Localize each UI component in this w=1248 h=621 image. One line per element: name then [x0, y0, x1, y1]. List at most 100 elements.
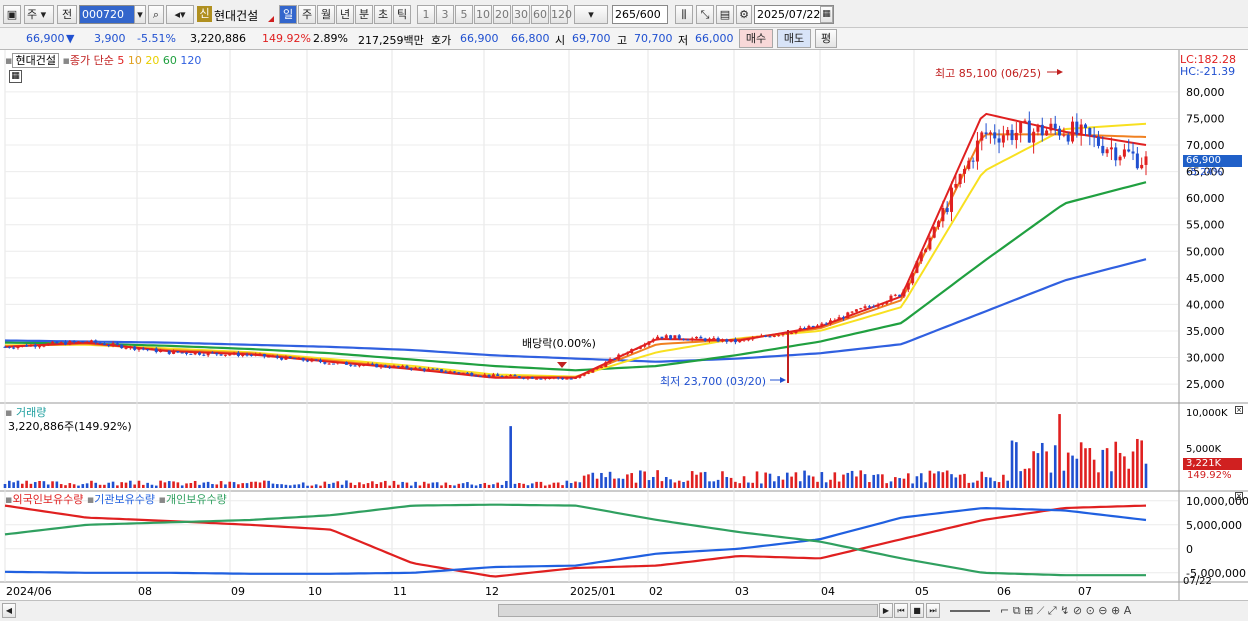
candle-body [859, 308, 863, 310]
stop-icon[interactable]: ■ [910, 603, 924, 618]
ma10-label: 10 [127, 54, 142, 67]
scroll-thumb[interactable] [498, 604, 878, 617]
tab-분[interactable]: 분 [355, 5, 373, 24]
scroll-first-icon[interactable]: ⏮ [894, 603, 908, 618]
interval-dropdown[interactable]: ▾ [574, 5, 608, 24]
volume-bar [293, 484, 296, 488]
mode-button[interactable]: 전 [57, 5, 77, 24]
interval-10[interactable]: 10 [474, 5, 492, 24]
legend-institution[interactable]: 기관보유수량 [94, 493, 155, 506]
buy-button[interactable]: 매수 [739, 29, 773, 48]
candle-body [431, 368, 435, 370]
search-icon[interactable]: ⌕ [148, 5, 164, 24]
volume-bar [798, 481, 802, 488]
price-y-tick: 70,000 [1186, 139, 1225, 152]
candle-body [197, 352, 201, 355]
interval-60[interactable]: 60 [531, 5, 549, 24]
count-field[interactable]: 265/600 [612, 5, 668, 24]
candle-body [1114, 147, 1118, 161]
volume-bar [850, 470, 854, 488]
scroll-last-icon[interactable]: ⏭ [926, 603, 940, 618]
window-icon[interactable]: ▣ [3, 5, 21, 24]
volume-bar [548, 484, 551, 488]
candle-body [405, 365, 409, 369]
candle-body [1040, 124, 1044, 136]
stock-code-input[interactable]: 000720 [79, 5, 135, 24]
candle-body [146, 349, 150, 351]
interval-20[interactable]: 20 [493, 5, 511, 24]
candle-body [975, 140, 979, 162]
sell-button[interactable]: 매도 [777, 29, 811, 48]
candle-body [1083, 124, 1087, 128]
candle-body [509, 375, 513, 377]
volume-bar [734, 481, 737, 488]
holding-lines [4, 503, 1147, 578]
volume-bar [3, 483, 7, 488]
gear-icon[interactable]: ⚙ [736, 5, 752, 24]
candle-body [699, 336, 703, 339]
save-icon[interactable]: ▤ [716, 5, 734, 24]
eval-button[interactable]: 평 [815, 29, 837, 48]
volume-bar [790, 476, 793, 488]
tab-월[interactable]: 월 [317, 5, 335, 24]
volume-panel-close-icon[interactable]: × [1235, 406, 1243, 414]
candle-body [297, 357, 301, 360]
volume-bar [120, 482, 123, 488]
holder-panel-close-icon[interactable]: × [1235, 492, 1243, 500]
grid-toggle-icon[interactable]: ▦ [9, 70, 22, 83]
price-y-tick: 75,000 [1186, 112, 1225, 125]
tab-주[interactable]: 주 [298, 5, 316, 24]
high-annotation: 최고 85,100 (06/25) [935, 67, 1042, 80]
candle-body [915, 261, 919, 273]
interval-120[interactable]: 120 [550, 5, 572, 24]
zoom-slider[interactable] [950, 610, 990, 612]
calendar-icon[interactable]: ▦ [820, 6, 833, 23]
interval-5[interactable]: 5 [455, 5, 473, 24]
candle-body [1006, 129, 1010, 136]
trade-amount: 217,259백만 [358, 34, 424, 47]
legend-individual[interactable]: 개인보유수량 [166, 493, 227, 506]
chart-area[interactable]: 2024/06 08 09 10 11 12 2025/01 02 03 04 05 06 07 80,… [0, 50, 1248, 600]
legend-foreign[interactable]: 외국인보유수량 [12, 493, 83, 506]
tab-년[interactable]: 년 [336, 5, 354, 24]
candle-body [742, 339, 746, 341]
volume-bar [630, 473, 633, 488]
candle-body [522, 377, 526, 379]
volume-bar [440, 485, 443, 488]
tools-icon[interactable]: ⤡ [696, 5, 714, 24]
stock-name-tag[interactable]: 현대건설 [12, 53, 59, 68]
period-dropdown[interactable]: 주 ▾ [24, 5, 54, 24]
tab-초[interactable]: 초 [374, 5, 392, 24]
drawing-tools[interactable]: ⌐ ⧉ ⊞ ⟋ ⤢ ↯ ⊘ ⊙ ⊖ ⊕ A [1000, 604, 1131, 618]
interval-3[interactable]: 3 [436, 5, 454, 24]
tab-일[interactable]: 일 [279, 5, 297, 24]
x-axis-label: 11 [393, 585, 407, 598]
volume-bar [301, 482, 305, 488]
candle-icon[interactable]: ⫼ [675, 5, 693, 24]
volume-bar [729, 477, 733, 488]
sound-icon[interactable]: ◂▾ [166, 5, 194, 24]
interval-30[interactable]: 30 [512, 5, 530, 24]
ma20-label: 20 [145, 54, 160, 67]
candle-body [945, 208, 949, 212]
volume-bar [785, 472, 789, 488]
volume-bar [250, 481, 253, 488]
scroll-right-icon[interactable]: ▶ [879, 603, 893, 618]
candle-body [159, 350, 163, 353]
volume-bar [1079, 442, 1083, 488]
x-axis-labels: 2024/06 08 09 10 11 12 2025/01 02 03 04 05 06 07 [6, 585, 1092, 598]
tab-틱[interactable]: 틱 [393, 5, 411, 24]
interval-1[interactable]: 1 [417, 5, 435, 24]
scroll-left-icon[interactable]: ◀ [2, 603, 16, 618]
dividend-annotation: 배당락(0.00%) [522, 337, 596, 350]
x-axis-label: 2025/01 [570, 585, 616, 598]
candle-body [362, 364, 366, 366]
code-dropdown-icon[interactable]: ▾ [134, 5, 146, 24]
stock-chart[interactable]: 2024/06 08 09 10 11 12 2025/01 02 03 04 05 06 07 80,… [0, 50, 1248, 600]
scrollbar[interactable]: ◀ ▶ ⏮ ■ ⏭ ⌐ ⧉ ⊞ ⟋ ⤢ ↯ ⊘ ⊙ ⊖ ⊕ A [0, 600, 1248, 621]
indicator-label[interactable]: 종가 단순 [70, 54, 114, 67]
candle-body [928, 237, 932, 250]
high-price: 70,700 [634, 32, 673, 45]
candle-body [517, 376, 521, 378]
candle-body [824, 323, 828, 325]
